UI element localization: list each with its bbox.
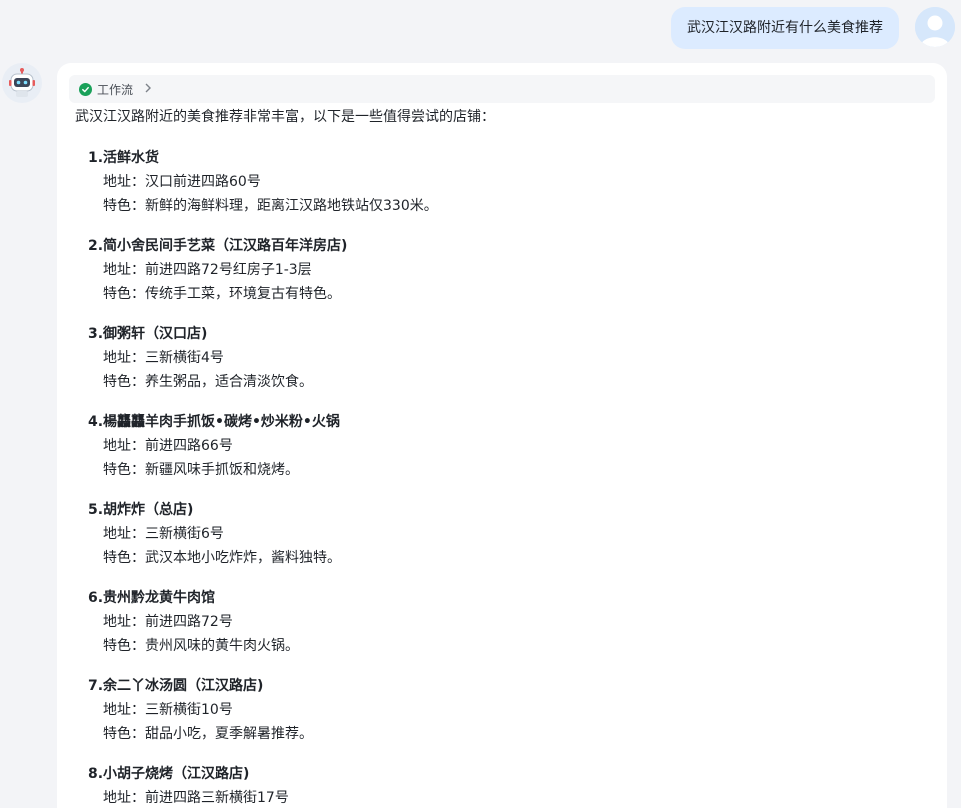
list-number: 3. bbox=[88, 326, 104, 342]
restaurant-feature: 特色：武汉本地小吃炸炸，酱料独特。 bbox=[103, 550, 341, 566]
list-number: 8. bbox=[88, 766, 104, 782]
restaurant-title: 8. 小胡子烧烤（江汉路店) bbox=[88, 762, 935, 786]
list-item: 4. 楊龘龘羊肉手抓饭•碳烤•炒米粉•火锅 地址：前进四路66号 特色：新疆风味… bbox=[88, 410, 935, 482]
restaurant-name: 余二丫冰汤圆（江汉路店) bbox=[103, 678, 264, 694]
restaurant-address: 地址：三新横街4号 bbox=[103, 350, 224, 366]
bot-message-card: 工作流 武汉江汉路附近的美食推荐非常丰富，以下是一些值得尝试的店铺： 1. 活鲜… bbox=[57, 63, 947, 808]
restaurant-feature: 特色：养生粥品，适合清淡饮食。 bbox=[103, 374, 313, 390]
restaurant-title: 5. 胡炸炸（总店) bbox=[88, 498, 935, 522]
restaurant-name: 楊龘龘羊肉手抓饭•碳烤•炒米粉•火锅 bbox=[103, 414, 340, 430]
workflow-toggle[interactable]: 工作流 bbox=[69, 75, 935, 103]
list-number: 6. bbox=[88, 590, 104, 606]
list-number: 7. bbox=[88, 678, 104, 694]
restaurant-title: 6. 贵州黔龙黄牛肉馆 bbox=[88, 586, 935, 610]
restaurant-title: 4. 楊龘龘羊肉手抓饭•碳烤•炒米粉•火锅 bbox=[88, 410, 935, 434]
restaurant-name: 简小舍民间手艺菜（江汉路百年洋房店) bbox=[103, 238, 348, 254]
list-number: 1. bbox=[88, 150, 104, 166]
restaurant-name: 胡炸炸（总店) bbox=[103, 502, 194, 518]
list-item: 2. 简小舍民间手艺菜（江汉路百年洋房店) 地址：前进四路72号红房子1-3层 … bbox=[88, 234, 935, 306]
restaurant-name: 活鲜水货 bbox=[103, 150, 159, 166]
restaurant-address: 地址：前进四路三新横街17号 bbox=[103, 790, 289, 806]
restaurant-title: 1. 活鲜水货 bbox=[88, 146, 935, 170]
restaurant-address: 地址：三新横街10号 bbox=[103, 702, 233, 718]
list-item: 5. 胡炸炸（总店) 地址：三新横街6号 特色：武汉本地小吃炸炸，酱料独特。 bbox=[88, 498, 935, 570]
list-item: 8. 小胡子烧烤（江汉路店) 地址：前进四路三新横街17号 bbox=[88, 762, 935, 808]
restaurant-address: 地址：三新横街6号 bbox=[103, 526, 224, 542]
restaurant-title: 3. 御粥轩（汉口店) bbox=[88, 322, 935, 346]
restaurant-name: 御粥轩（汉口店) bbox=[103, 326, 208, 342]
list-number: 4. bbox=[88, 414, 104, 430]
user-avatar[interactable] bbox=[915, 7, 955, 47]
list-number: 5. bbox=[88, 502, 104, 518]
restaurant-feature: 特色：新鲜的海鲜料理，距离江汉路地铁站仅330米。 bbox=[103, 198, 438, 214]
user-icon bbox=[915, 7, 955, 47]
restaurant-address: 地址：汉口前进四路60号 bbox=[103, 174, 261, 190]
restaurant-address: 地址：前进四路72号 bbox=[103, 614, 233, 630]
user-message-bubble: 武汉江汉路附近有什么美食推荐 bbox=[671, 7, 899, 49]
list-item: 1. 活鲜水货 地址：汉口前进四路60号 特色：新鲜的海鲜料理，距离江汉路地铁站… bbox=[88, 146, 935, 218]
list-item: 7. 余二丫冰汤圆（江汉路店) 地址：三新横街10号 特色：甜品小吃，夏季解暑推… bbox=[88, 674, 935, 746]
restaurant-feature: 特色：甜品小吃，夏季解暑推荐。 bbox=[103, 726, 313, 742]
restaurant-feature: 特色：贵州风味的黄牛肉火锅。 bbox=[103, 638, 299, 654]
check-circle-icon bbox=[79, 82, 92, 96]
bot-avatar bbox=[2, 63, 42, 103]
list-item: 6. 贵州黔龙黄牛肉馆 地址：前进四路72号 特色：贵州风味的黄牛肉火锅。 bbox=[88, 586, 935, 658]
restaurant-feature: 特色：新疆风味手抓饭和烧烤。 bbox=[103, 462, 299, 478]
restaurant-title: 2. 简小舍民间手艺菜（江汉路百年洋房店) bbox=[88, 234, 935, 258]
user-message-row: 武汉江汉路附近有什么美食推荐 bbox=[671, 6, 955, 49]
restaurant-title: 7. 余二丫冰汤圆（江汉路店) bbox=[88, 674, 935, 698]
restaurant-feature: 特色：传统手工菜，环境复古有特色。 bbox=[103, 286, 341, 302]
restaurant-address: 地址：前进四路66号 bbox=[103, 438, 233, 454]
restaurant-address: 地址：前进四路72号红房子1-3层 bbox=[103, 262, 312, 278]
response-intro: 武汉江汉路附近的美食推荐非常丰富，以下是一些值得尝试的店铺： bbox=[75, 109, 495, 125]
workflow-label: 工作流 bbox=[97, 82, 134, 97]
restaurant-name: 贵州黔龙黄牛肉馆 bbox=[103, 590, 215, 606]
list-item: 3. 御粥轩（汉口店) 地址：三新横街4号 特色：养生粥品，适合清淡饮食。 bbox=[88, 322, 935, 394]
robot-icon bbox=[9, 68, 35, 97]
list-number: 2. bbox=[88, 238, 104, 254]
restaurant-name: 小胡子烧烤（江汉路店) bbox=[103, 766, 250, 782]
chevron-right-icon bbox=[144, 82, 152, 97]
restaurant-list: 1. 活鲜水货 地址：汉口前进四路60号 特色：新鲜的海鲜料理，距离江汉路地铁站… bbox=[69, 146, 935, 808]
